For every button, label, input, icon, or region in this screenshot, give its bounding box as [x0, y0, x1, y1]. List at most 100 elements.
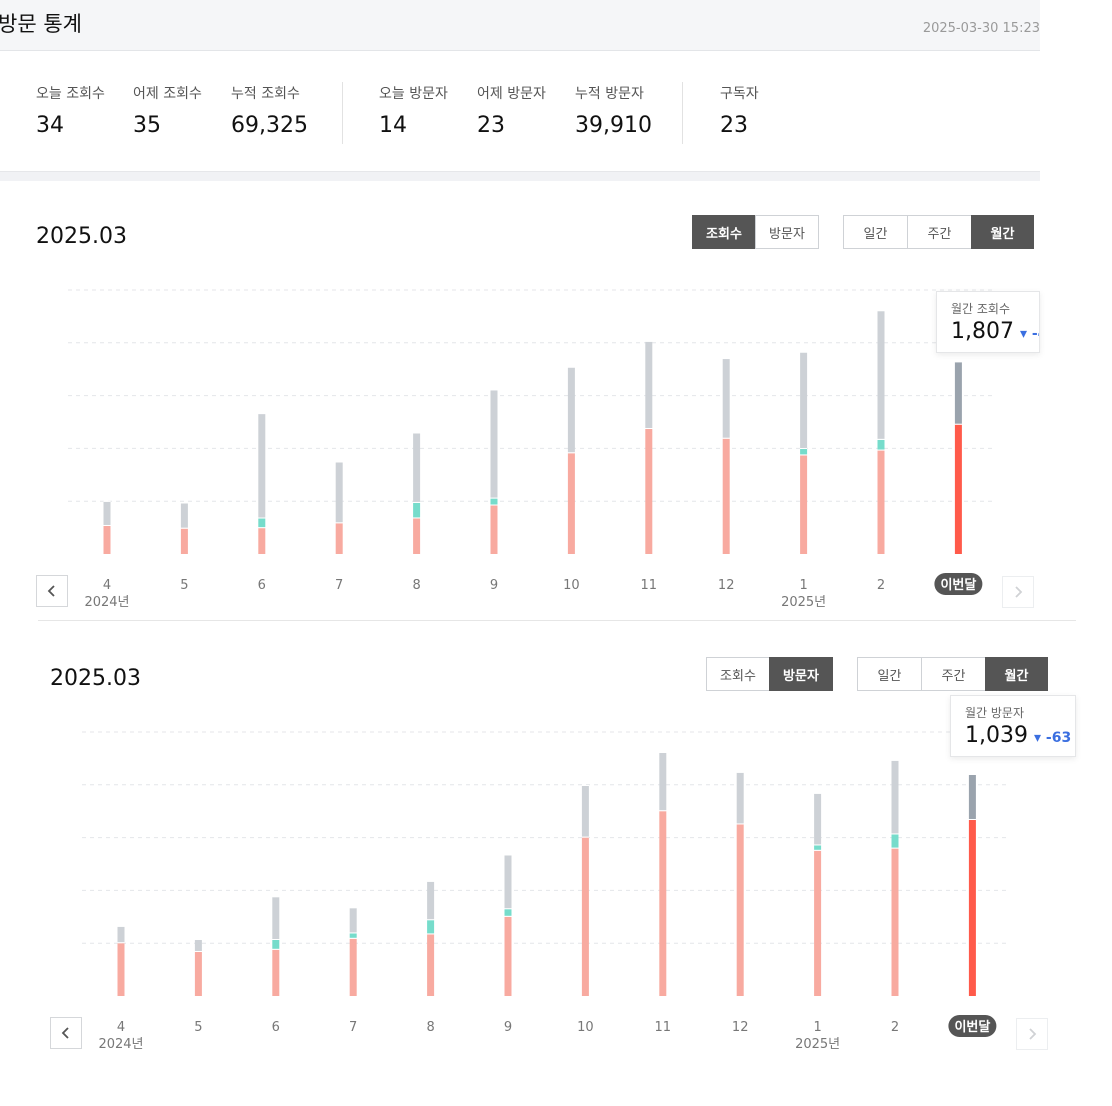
period-daily-button[interactable]: 일간: [843, 215, 908, 249]
tooltip-value: 1,039: [965, 723, 1028, 748]
bar-segment-gap: [490, 504, 498, 506]
bar-segment: [877, 439, 885, 450]
x-tick-label: 10: [563, 578, 580, 593]
stat-yesterday-visitors: 어제 방문자 23: [477, 83, 546, 138]
bar-segment-gap: [427, 919, 435, 921]
chevron-right-icon: [1029, 1028, 1037, 1040]
x-tick-label: 11: [655, 1020, 672, 1035]
bar-segment-gap: [659, 810, 667, 812]
bar-segment: [581, 786, 589, 837]
bar-segment-gap: [800, 351, 808, 353]
header-timestamp: 2025-03-30 15:23: [922, 21, 1040, 36]
metric-toggle: 조회수 방문자: [692, 215, 819, 249]
bar-segment: [349, 908, 357, 933]
bar-segment: [504, 855, 512, 909]
stat-value: 23: [720, 113, 748, 138]
metric-visitors-button[interactable]: 방문자: [769, 657, 833, 691]
x-tick-label: 12: [718, 578, 735, 593]
stat-label: 구독자: [720, 86, 759, 102]
x-tick-label: 5: [180, 578, 188, 593]
stat-divider: [682, 82, 683, 144]
x-tick-label: 2: [877, 578, 885, 593]
bar-segment: [877, 311, 885, 439]
visitors-chart-svg: 4 5 6 7 8 9 10 11 12 1 2 이번달2024년 2025년: [82, 731, 1009, 1052]
bar-segment-gap: [413, 517, 421, 519]
bar-segment: [258, 528, 266, 554]
bar-segment-gap: [180, 502, 188, 504]
bar-segment-gap: [413, 432, 421, 434]
tooltip-delta: ▾ -4: [1020, 326, 1039, 342]
bar-segment-gap: [427, 880, 435, 882]
stat-total-visitors: 누적 방문자 39,910: [575, 83, 652, 138]
bar-segment-gap: [349, 932, 357, 934]
bar-segment-gap: [117, 925, 125, 927]
bar-segment: [800, 455, 808, 554]
views-chart-svg: 4 5 6 7 8 9 10 11 12 1 2 이번달2024년 2025년: [68, 289, 995, 610]
period-monthly-button[interactable]: 월간: [971, 215, 1034, 249]
stat-today-views: 오늘 조회수 34: [36, 83, 105, 138]
tooltip-delta: ▾ -63: [1033, 730, 1072, 746]
period-monthly-button[interactable]: 월간: [985, 657, 1048, 691]
bar-segment-gap: [877, 310, 885, 312]
x-tick-label: 7: [335, 578, 343, 593]
bar-segment: [117, 926, 125, 943]
x-tick-label: 1: [813, 1020, 821, 1035]
bar-segment: [877, 450, 885, 554]
bar-segment-gap: [722, 358, 730, 360]
bar-segment-gap: [349, 907, 357, 909]
bar-segment-gap: [736, 771, 744, 773]
bar-segment: [427, 934, 435, 996]
bar-segment: [413, 433, 421, 502]
bar-segment-gap: [581, 836, 589, 838]
prev-page-button[interactable]: [50, 1017, 82, 1049]
bar-segment: [490, 505, 498, 554]
bar-segment-gap: [272, 948, 280, 950]
views-bar-chart: 4 5 6 7 8 9 10 11 12 1 2 이번달 2024년 2025년: [0, 280, 1040, 610]
bar-segment-gap: [180, 527, 188, 529]
bar-segment: [335, 523, 343, 554]
next-page-button[interactable]: [1002, 576, 1034, 608]
bar-segment-gap: [194, 939, 202, 940]
metric-visitors-button[interactable]: 방문자: [755, 215, 819, 249]
bar-segment-gap: [567, 366, 575, 368]
next-page-button[interactable]: [1016, 1018, 1048, 1050]
prev-page-button[interactable]: [36, 575, 68, 607]
period-weekly-button[interactable]: 주간: [907, 215, 972, 249]
x-tick-label: 9: [504, 1020, 512, 1035]
x-tick-label: 이번달: [954, 1019, 990, 1035]
bar-segment: [814, 845, 822, 850]
bar-segment: [180, 528, 188, 554]
views-tooltip: 월간 조회수 1,807 ▾ -4: [936, 291, 1040, 353]
bar-segment: [954, 424, 962, 554]
bar-segment: [736, 772, 744, 824]
period-weekly-button[interactable]: 주간: [921, 657, 986, 691]
bar-segment-gap: [103, 524, 111, 526]
bar-segment: [814, 793, 822, 845]
bar-segment-gap: [891, 833, 899, 835]
stat-value: 23: [477, 113, 505, 138]
bar-segment: [103, 501, 111, 525]
bar-segment-gap: [968, 774, 976, 775]
bar-segment: [504, 916, 512, 996]
bar-segment-gap: [567, 452, 575, 454]
metric-views-button[interactable]: 조회수: [706, 657, 770, 691]
bar-segment: [567, 453, 575, 554]
bar-segment-gap: [258, 527, 266, 529]
bar-segment-gap: [349, 937, 357, 939]
bar-segment-gap: [968, 819, 976, 820]
bar-segment: [659, 753, 667, 811]
bar-segment: [349, 933, 357, 938]
stat-yesterday-views: 어제 조회수 35: [133, 83, 202, 138]
bar-segment: [581, 837, 589, 996]
bar-segment: [427, 920, 435, 934]
period-daily-button[interactable]: 일간: [857, 657, 922, 691]
x-tick-label: 8: [412, 578, 420, 593]
bar-segment: [891, 848, 899, 996]
x-tick-label: 6: [272, 1020, 280, 1035]
tooltip-label: 월간 방문자: [965, 706, 1025, 720]
x-tick-label: 이번달: [940, 577, 976, 593]
metric-views-button[interactable]: 조회수: [692, 215, 756, 249]
views-chart-section: 2025.03 조회수 방문자 일간 주간 월간 4 5 6 7 8 9 10 11 12 1 2 이…: [0, 180, 1040, 620]
x-tick-label: 11: [641, 578, 658, 593]
bar-segment-gap: [272, 939, 280, 940]
